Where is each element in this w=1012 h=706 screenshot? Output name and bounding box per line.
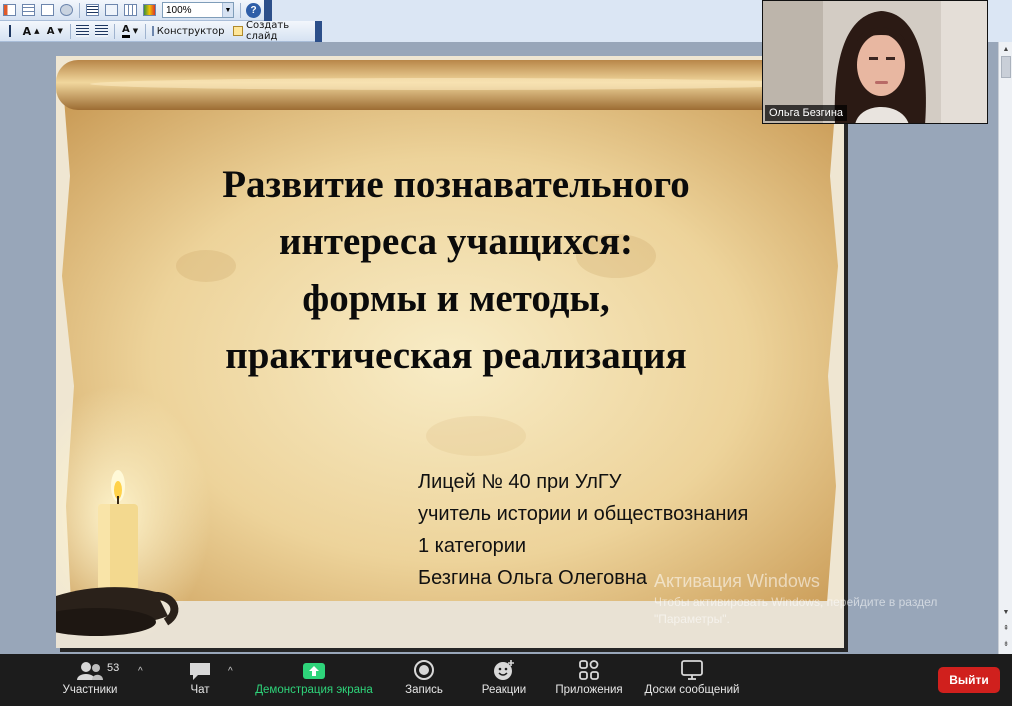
chevron-down-icon[interactable]: ▼ xyxy=(222,3,233,17)
chart-icon[interactable] xyxy=(1,2,18,19)
candle-illustration xyxy=(56,470,179,636)
slide[interactable]: Развитие познавательного интереса учащих… xyxy=(56,56,844,648)
designer-icon xyxy=(151,26,154,36)
align-icon[interactable] xyxy=(1,23,18,40)
new-slide-label: Создать слайд xyxy=(245,20,290,42)
increase-indent-icon[interactable] xyxy=(93,23,110,40)
share-screen-button[interactable]: Демонстрация экрана xyxy=(250,654,378,706)
toolbar-separator xyxy=(144,23,146,39)
decrease-font-button[interactable]: A ▼ xyxy=(44,23,65,40)
chat-button[interactable]: Чат xyxy=(180,654,220,706)
preview-icon[interactable] xyxy=(58,2,75,19)
arrow-up-icon: ▲ xyxy=(34,27,40,35)
scroll-down-icon[interactable]: ▼ xyxy=(1000,606,1012,618)
toolbar-separator xyxy=(240,2,241,18)
record-label: Запись xyxy=(405,684,443,696)
whiteboard-button[interactable]: Доски сообщений xyxy=(638,654,746,706)
reactions-icon xyxy=(492,654,516,684)
grid-icon[interactable] xyxy=(122,2,139,19)
decrease-font-label: A xyxy=(46,25,55,37)
chevron-up-icon[interactable]: ^ xyxy=(138,666,143,677)
participant-name: Ольга Безгина xyxy=(765,105,848,121)
next-slide-icon[interactable]: ⇟ xyxy=(1000,638,1012,650)
zoom-select[interactable]: 100% ▼ xyxy=(162,2,234,18)
apps-icon xyxy=(578,654,600,684)
record-button[interactable]: Запись xyxy=(398,654,450,706)
record-icon xyxy=(413,654,435,684)
participants-label: Участники xyxy=(62,684,118,696)
leave-meeting-button[interactable]: Выйти xyxy=(938,667,1000,693)
apps-button[interactable]: Приложения xyxy=(550,654,628,706)
whiteboard-label: Доски сообщений xyxy=(644,684,740,696)
apps-label: Приложения xyxy=(555,684,623,696)
activation-text: Чтобы активировать Windows, перейдите в … xyxy=(654,595,938,626)
author-line: 1 категории xyxy=(418,535,527,557)
chat-label: Чат xyxy=(190,684,210,696)
text-direction-icon[interactable] xyxy=(103,2,120,19)
increase-font-button[interactable]: A ▲ xyxy=(20,23,42,40)
participants-count: 53 xyxy=(107,662,120,674)
toolbar-options-icon[interactable] xyxy=(264,0,272,21)
chevron-up-icon[interactable]: ^ xyxy=(228,666,233,677)
toolbar-separator xyxy=(79,2,80,18)
reactions-button[interactable]: Реакции xyxy=(476,654,532,706)
arrow-down-icon: ▼ xyxy=(57,27,63,35)
share-screen-label: Демонстрация экрана xyxy=(255,684,373,696)
insert-table-icon[interactable] xyxy=(39,2,56,19)
author-line: учитель истории и обществознания xyxy=(418,503,749,525)
zoom-value: 100% xyxy=(166,4,192,16)
share-screen-icon xyxy=(302,654,326,684)
windows-activation-watermark: Активация Windows Чтобы активировать Win… xyxy=(654,571,974,628)
chat-icon xyxy=(188,654,212,684)
designer-label: Конструктор xyxy=(156,25,225,37)
whiteboard-icon xyxy=(680,654,704,684)
color-grayscale-icon[interactable] xyxy=(141,2,158,19)
increase-font-label: A xyxy=(22,24,32,38)
participants-icon xyxy=(76,654,104,684)
show-formatting-icon[interactable] xyxy=(84,2,101,19)
scroll-up-icon[interactable]: ▲ xyxy=(1000,43,1012,55)
toolbar-options-icon[interactable] xyxy=(315,20,322,42)
font-color-label: A xyxy=(121,24,130,38)
previous-slide-icon[interactable]: ⇞ xyxy=(1000,622,1012,634)
chevron-down-icon: ▼ xyxy=(132,27,139,35)
table-icon[interactable] xyxy=(20,2,37,19)
toolbar-separator xyxy=(69,23,71,39)
author-line: Лицей № 40 при УлГУ xyxy=(418,471,622,493)
standard-toolbar: 100% ▼ ? xyxy=(0,0,272,21)
help-icon: ? xyxy=(246,2,261,18)
font-color-button[interactable]: A ▼ xyxy=(119,23,140,40)
new-slide-button[interactable]: Создать слайд xyxy=(229,20,315,42)
meeting-controls-bar: Участники 53 ^ Чат ^ Демонстрация экрана… xyxy=(0,654,1012,706)
help-button[interactable]: ? xyxy=(245,2,262,19)
toolbar-separator xyxy=(114,23,116,39)
reactions-label: Реакции xyxy=(481,684,527,696)
scroll-thumb[interactable] xyxy=(1001,56,1011,78)
new-slide-icon xyxy=(232,26,243,36)
participant-video[interactable]: Ольга Безгина xyxy=(762,0,988,124)
vertical-scrollbar[interactable]: ▲ ▼ ⇞ ⇟ xyxy=(998,42,1012,654)
designer-button[interactable]: Конструктор xyxy=(150,23,227,40)
formatting-toolbar: A ▲ A ▼ A ▼ Конструктор Создать слайд xyxy=(0,20,322,42)
decrease-indent-icon[interactable] xyxy=(74,23,91,40)
activation-title: Активация Windows xyxy=(654,571,820,591)
